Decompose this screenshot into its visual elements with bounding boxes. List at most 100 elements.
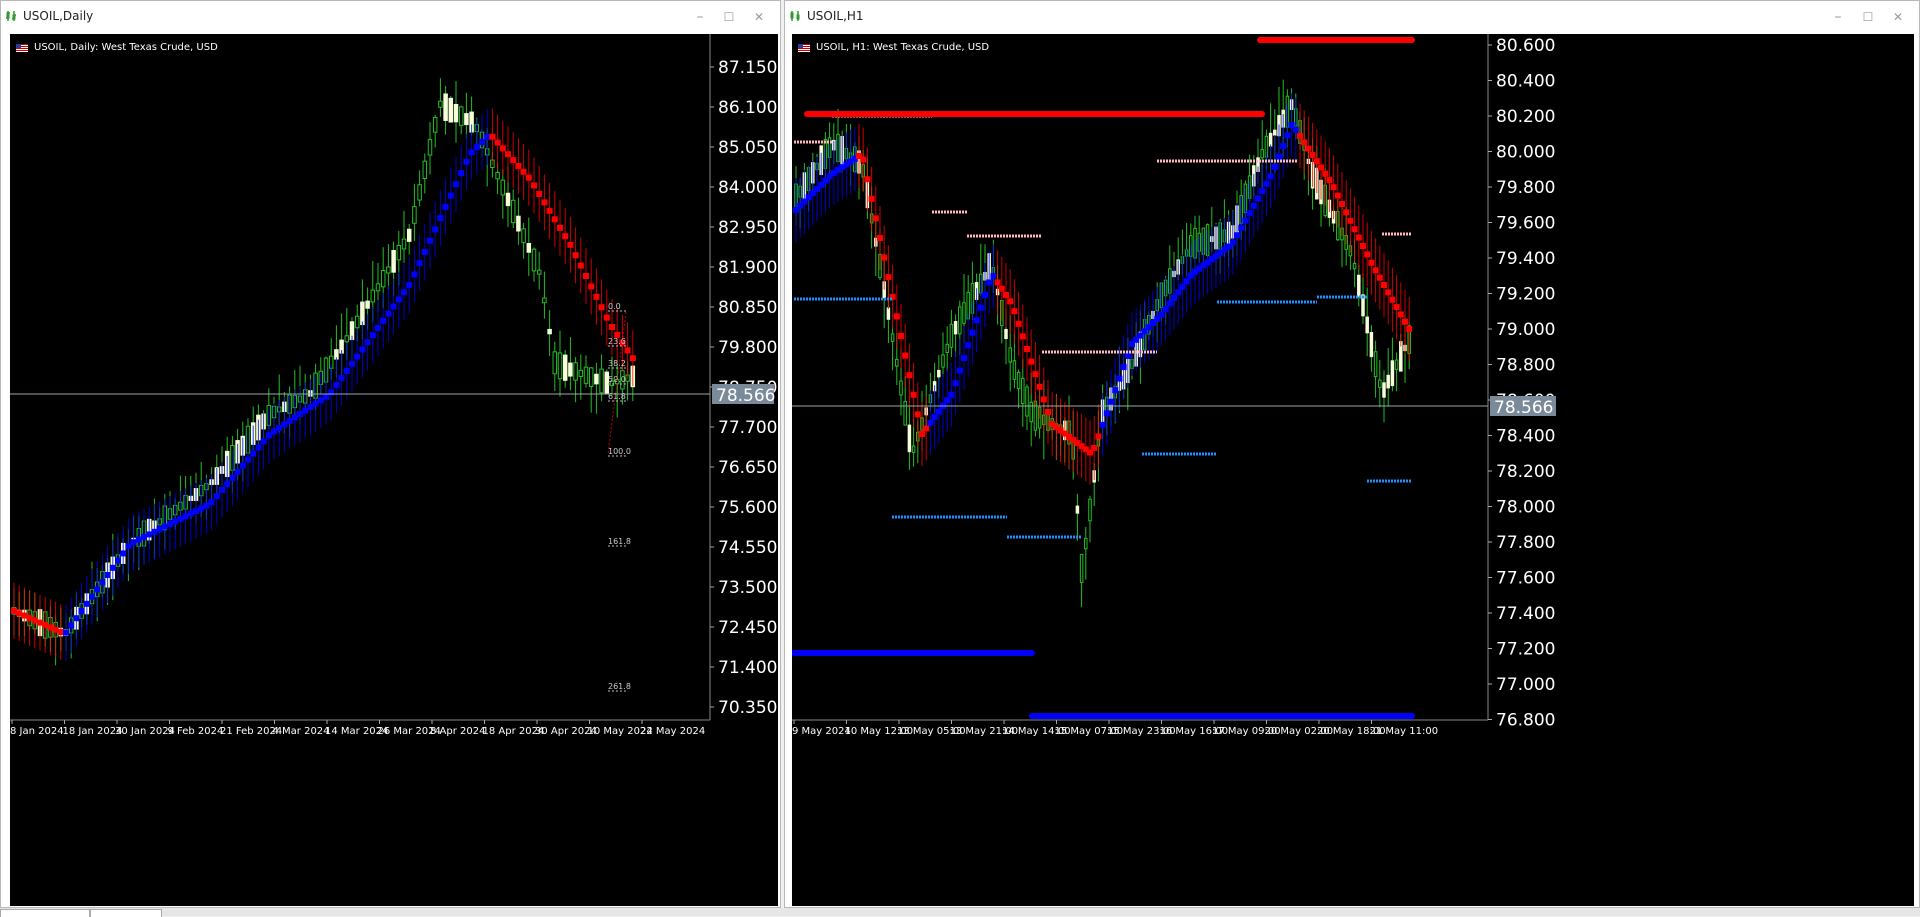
band-dot	[1297, 133, 1303, 139]
price-label: 71.400	[718, 658, 777, 678]
band-dot	[910, 391, 917, 398]
close-button[interactable]: ✕	[1887, 7, 1909, 27]
band-dot	[973, 317, 980, 324]
band-dot	[99, 579, 106, 586]
candle-body	[354, 315, 360, 329]
band-dot	[437, 215, 444, 222]
fib-level-label: 100.0	[608, 447, 631, 456]
maximize-button[interactable]: ☐	[718, 7, 740, 27]
band-dot	[1305, 145, 1312, 152]
band-dot	[463, 158, 470, 165]
daily-chart-window[interactable]: USOIL,Daily – ☐ ✕ USOIL, Daily: West Tex…	[0, 0, 781, 908]
price-label: 78.800	[1496, 356, 1555, 376]
candle-body	[958, 306, 962, 335]
candle-body	[438, 100, 443, 108]
band-dot	[1389, 296, 1396, 303]
maximize-button[interactable]: ☐	[1857, 7, 1879, 27]
candle-body	[1352, 263, 1357, 270]
band-dot	[919, 431, 925, 437]
band-dot	[893, 313, 900, 320]
candle-body	[427, 139, 433, 156]
minimize-button[interactable]: –	[689, 7, 711, 27]
band-dot	[245, 456, 251, 463]
daily-candlestick-chart[interactable]: 0.0 23.6 38.2 50.0 61.8 100.0 161.8 261.8 87.150…	[10, 34, 778, 906]
band-dot	[239, 462, 246, 469]
candle-body	[422, 160, 428, 180]
band-dot	[1019, 333, 1026, 340]
band-dot	[1292, 126, 1299, 133]
band-dot	[603, 314, 610, 321]
candle-body	[1390, 360, 1395, 387]
band-dot	[317, 397, 324, 404]
band-dot	[969, 329, 976, 336]
candle-body	[903, 400, 907, 426]
candle-body	[536, 269, 542, 275]
candle-body	[578, 369, 584, 377]
band-dot	[395, 296, 402, 303]
minimize-button[interactable]: –	[1827, 7, 1849, 27]
band-dot	[68, 622, 75, 629]
band-dot	[83, 600, 90, 607]
band-dot	[141, 534, 147, 540]
price-chart-area[interactable]: USOIL, Daily: West Texas Crude, USD 0.0 2…	[10, 34, 778, 906]
band-dot	[338, 375, 345, 382]
fib-level-label: 161.8	[608, 537, 631, 546]
band-dot	[411, 271, 418, 278]
band-dot	[986, 279, 993, 286]
band-dot	[1166, 300, 1173, 307]
band-dot	[1368, 259, 1375, 266]
candle-body	[1029, 401, 1033, 423]
band-dot	[458, 170, 465, 177]
price-label: 74.550	[718, 538, 777, 558]
price-label: 87.150	[718, 58, 777, 78]
candle-body	[937, 369, 941, 378]
candle-body	[1075, 505, 1080, 514]
candle-body	[1365, 316, 1369, 334]
price-label: 84.000	[718, 178, 777, 198]
band-dot	[567, 241, 574, 248]
band-dot	[193, 508, 199, 514]
close-button[interactable]: ✕	[748, 7, 770, 27]
time-label: 8 Jan 2024	[10, 726, 64, 737]
band-dot	[1162, 306, 1169, 313]
band-dot	[1015, 320, 1022, 327]
price-label: 79.200	[1496, 285, 1555, 305]
band-dot	[78, 608, 85, 615]
band-dot	[965, 342, 972, 349]
band-dot	[1242, 217, 1249, 224]
candle-body	[412, 206, 417, 224]
band-dot	[369, 332, 376, 339]
band-dot	[1330, 184, 1337, 191]
band-dot	[994, 279, 1001, 286]
band-dot	[557, 224, 563, 231]
band-dot	[494, 139, 501, 146]
candle-body	[583, 366, 589, 384]
band-dot	[541, 199, 548, 206]
title-bar[interactable]: USOIL,H1 – ☐ ✕	[785, 1, 1919, 32]
candle-body	[911, 445, 916, 453]
band-dot	[260, 438, 267, 445]
band-dot	[167, 521, 173, 527]
title-bar[interactable]: USOIL,Daily – ☐ ✕	[1, 1, 780, 32]
h1-candlestick-chart[interactable]: 80.600 80.400 80.200 80.000 79.800 79.600 79.4…	[792, 34, 1914, 906]
candle-body	[886, 307, 891, 320]
band-dot	[1179, 283, 1186, 290]
price-label: 80.400	[1496, 72, 1555, 92]
band-dot	[63, 629, 69, 636]
band-dot	[343, 367, 350, 374]
candle-body	[1268, 132, 1273, 147]
candle-body	[344, 335, 350, 343]
band-dot	[629, 355, 636, 362]
price-chart-area[interactable]: USOIL, H1: West Texas Crude, USD 80.600 8…	[792, 34, 1914, 906]
candle-body	[1008, 347, 1012, 363]
candle-body	[406, 228, 412, 242]
price-label: 85.050	[718, 138, 777, 158]
band-dot	[57, 629, 64, 636]
price-label: 78.400	[1496, 427, 1555, 447]
band-dot	[31, 617, 38, 624]
current-price-label: 78.566	[1494, 398, 1553, 418]
band-dot	[359, 346, 366, 353]
candle-body	[464, 113, 469, 126]
h1-chart-window[interactable]: USOIL,H1 – ☐ ✕ USOIL, H1: West Texas Cru…	[784, 0, 1920, 908]
band-dot	[109, 564, 116, 571]
